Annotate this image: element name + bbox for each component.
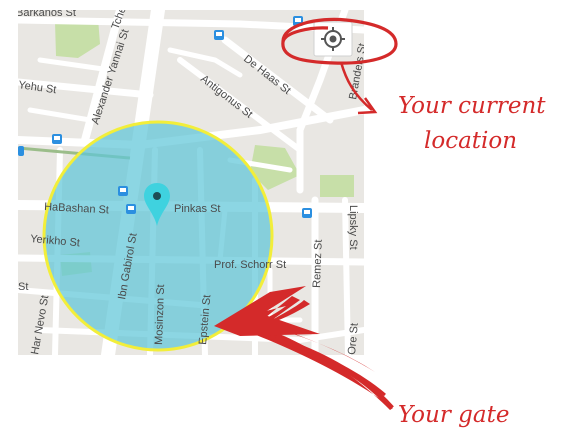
annotation-overlay: Your current location Your gate [214, 17, 546, 428]
map-annotation-figure: Barkanos St Tchernichovski St Yehu St Al… [0, 0, 572, 448]
gate-arrow-shaft [239, 325, 394, 410]
highlight-ellipse [281, 17, 398, 65]
gate-label: Your gate [398, 402, 509, 428]
current-location-label-line1: Your current [398, 93, 546, 119]
current-location-label-line2: location [424, 128, 517, 154]
